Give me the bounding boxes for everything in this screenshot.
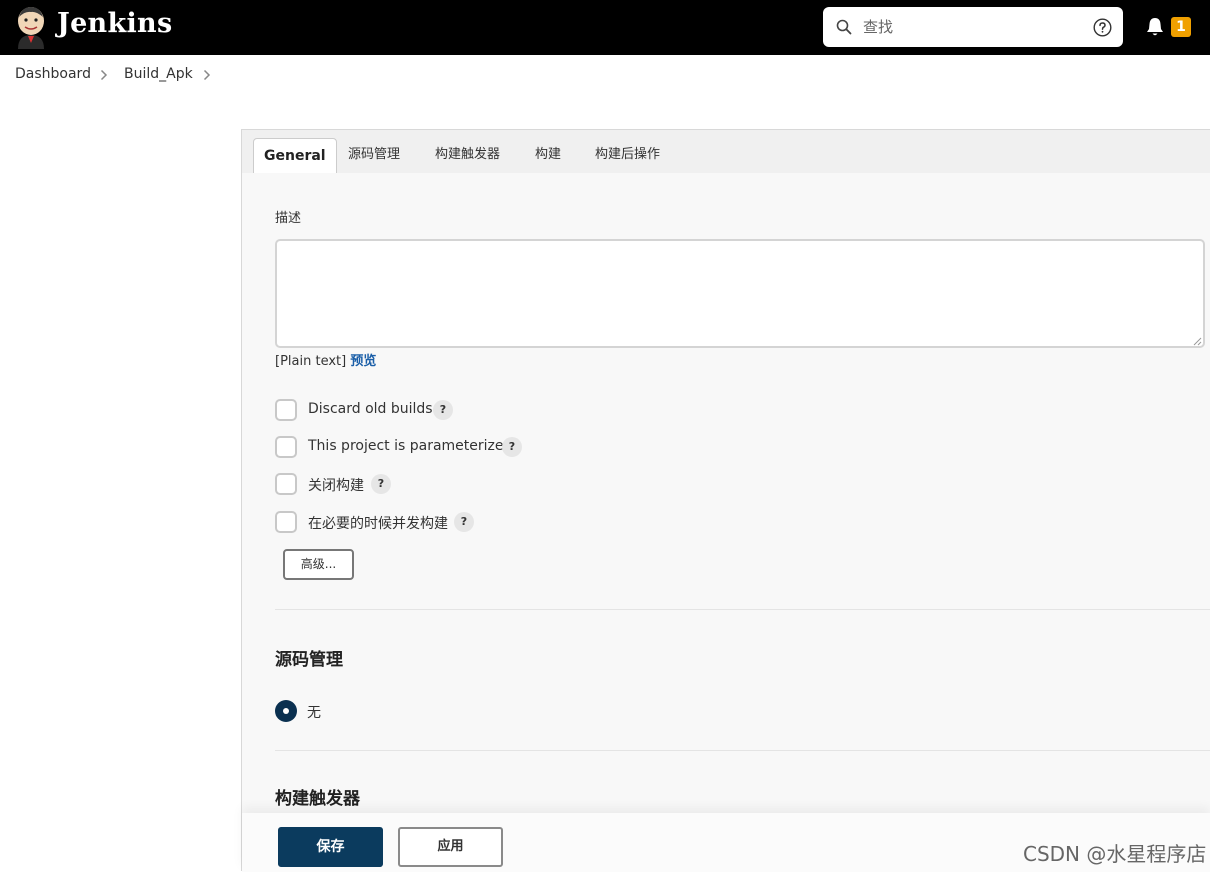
plain-text-label: [Plain text] xyxy=(275,354,347,369)
help-question-icon[interactable]: ? xyxy=(502,437,522,457)
preview-link[interactable]: 预览 xyxy=(350,354,376,369)
bell-icon[interactable] xyxy=(1146,17,1164,37)
save-button[interactable]: 保存 xyxy=(278,827,383,867)
jenkins-logo-icon[interactable] xyxy=(14,5,48,49)
config-panel: General 源码管理 构建触发器 构建 构建后操作 描述 [Plain te… xyxy=(241,129,1210,872)
chevron-right-icon[interactable] xyxy=(203,69,211,81)
scm-none-label[interactable]: 无 xyxy=(307,702,321,722)
checkbox-label[interactable]: 在必要的时候并发构建 xyxy=(308,513,448,533)
plain-text-note: [Plain text] 预览 xyxy=(275,350,376,369)
chevron-right-icon xyxy=(100,69,108,81)
triggers-section-title: 构建触发器 xyxy=(275,789,360,809)
concurrent-build-checkbox[interactable] xyxy=(275,511,297,533)
brand-name[interactable]: Jenkins xyxy=(57,8,172,39)
resize-grip-icon[interactable] xyxy=(1192,336,1202,346)
advanced-button[interactable]: 高级... xyxy=(283,549,354,580)
disable-build-checkbox[interactable] xyxy=(275,473,297,495)
search-box[interactable] xyxy=(823,7,1123,47)
tab-bar: General 源码管理 构建触发器 构建 构建后操作 xyxy=(242,130,1210,173)
scm-section-title: 源码管理 xyxy=(275,650,343,670)
search-input[interactable] xyxy=(863,13,1083,41)
watermark-text: CSDN @水星程序店 xyxy=(1023,842,1207,866)
breadcrumb-dashboard[interactable]: Dashboard xyxy=(15,66,91,82)
breadcrumb-build-apk[interactable]: Build_Apk xyxy=(124,66,193,82)
section-divider xyxy=(275,750,1210,751)
tab-build[interactable]: 构建 xyxy=(525,138,571,173)
checkbox-label[interactable]: This project is parameterized xyxy=(308,438,512,454)
tab-post-build[interactable]: 构建后操作 xyxy=(585,138,670,173)
section-divider xyxy=(275,609,1210,610)
checkbox-label[interactable]: Discard old builds xyxy=(308,401,433,417)
tab-general[interactable]: General xyxy=(253,138,337,173)
tab-build-triggers[interactable]: 构建触发器 xyxy=(425,138,510,173)
parameterized-checkbox[interactable] xyxy=(275,436,297,458)
help-question-icon[interactable]: ? xyxy=(433,400,453,420)
checkbox-label[interactable]: 关闭构建 xyxy=(308,475,364,495)
help-question-icon[interactable]: ? xyxy=(454,512,474,532)
help-question-icon[interactable]: ? xyxy=(371,474,391,494)
top-header: Jenkins 1 xyxy=(0,0,1210,55)
tab-scm[interactable]: 源码管理 xyxy=(338,138,410,173)
scm-none-radio[interactable] xyxy=(275,700,297,722)
notification-badge[interactable]: 1 xyxy=(1171,17,1191,37)
description-label: 描述 xyxy=(275,211,302,226)
description-textarea[interactable] xyxy=(275,239,1205,348)
apply-button[interactable]: 应用 xyxy=(398,827,503,867)
search-icon xyxy=(836,19,852,35)
discard-old-builds-checkbox[interactable] xyxy=(275,399,297,421)
help-icon[interactable] xyxy=(1093,18,1112,37)
